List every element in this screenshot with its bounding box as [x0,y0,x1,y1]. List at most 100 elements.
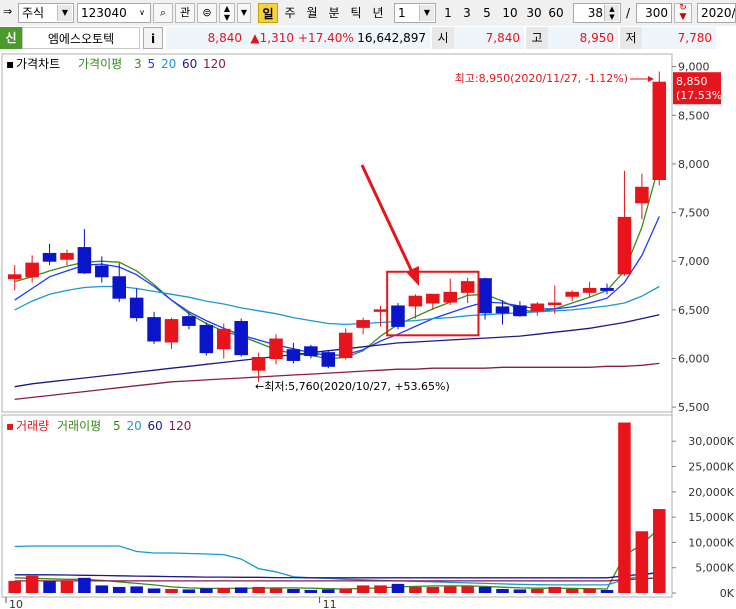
high-label: 고 [526,27,548,49]
quote-bar: 신 엠에스오토텍 i 8,840 ▲1,310 +17.40% 16,642,8… [0,26,736,51]
volume-bar [217,587,231,593]
volume-bar [635,531,649,593]
legend-entry: 가격이평 [78,57,122,71]
volume-bar [112,586,126,593]
visible-count-value: 38 [587,6,603,20]
chevron-down-icon[interactable]: ▼ [57,5,72,21]
reset-button[interactable]: ↻ ▼ [674,3,692,23]
candle-body [321,352,336,367]
up-down-icon: ▲ ▼ [223,4,231,22]
chevron-down-icon: ▼ [240,8,248,17]
period-minute-label: 분 [328,6,340,20]
candle-body [286,349,301,361]
chevron-down-icon[interactable]: ▼ [419,5,434,21]
period-week-button[interactable]: 주 [280,3,300,23]
total-count-input[interactable]: 300 [636,3,672,23]
interval-label: 5 [483,6,491,20]
period-month-button[interactable]: 월 [302,3,322,23]
candle-body [147,317,161,342]
period-year-button[interactable]: 년 [368,3,388,23]
credit-badge: 신 [0,27,22,49]
volume-tick-label: 10,000K [688,536,734,549]
period-day-button[interactable]: 일 [258,3,278,23]
candle-body [269,338,283,359]
volume-bar [339,588,352,593]
x-tick-label: 11 [323,598,337,609]
volume-bar [95,585,109,593]
candle-body [530,303,545,312]
interval-5-button[interactable]: 5 [479,3,495,23]
candle-body [373,309,388,312]
low-price: 7,780 [642,27,716,49]
chevron-down-button[interactable]: ▼ [237,3,251,23]
period-tick-button[interactable]: 틱 [346,3,366,23]
low-label-text: 저 [625,31,637,45]
open-price: 7,840 [454,27,524,49]
legend-entry: 20 [161,57,176,71]
legend-entry: 5 [113,419,121,433]
unit-select-value: 1 [398,6,406,20]
volume-bar [618,422,631,593]
candle-body [635,186,649,204]
last-price-tag-rate: (17.53%) [676,89,727,102]
volume-legend-title: 거래량 [16,419,49,433]
candle-body [338,332,353,359]
candle-body [7,274,22,280]
low-price-value: 7,780 [677,31,712,45]
candle-body [216,328,231,350]
candle-body [513,305,527,317]
interval-label: 60 [548,6,564,20]
volume-bar [234,587,248,593]
current-price: 8,840 [166,27,246,49]
legend-entry: 거래이평 [57,419,101,433]
price-tick-label: 8,000 [678,158,710,171]
interval-30-button[interactable]: 30 [523,3,545,23]
open-label-text: 시 [437,31,449,45]
last-price-tag: 8,850 (17.53%) [673,72,727,105]
candle-body [182,316,196,326]
link-button[interactable]: ⊜ [197,3,217,23]
toolbar: ⇒ 주식 ▼ 123040 ∨ ⌕ 관 ⊜ ▲ ▼ ▼ 일 주 월 분 틱 년 1… [0,0,736,27]
volume-bar [461,586,474,593]
open-label: 시 [432,27,454,49]
candle-body [478,278,492,314]
interval-60-button[interactable]: 60 [545,3,567,23]
candle-body [356,320,370,328]
volume-bar [130,586,143,593]
stock-chart[interactable]: 5,500 6,000 6,500 7,000 7,500 8,000 8,500 9,000… [0,50,736,609]
volume-tick-label: 5,000K [695,562,734,575]
interval-10-button[interactable]: 10 [499,3,521,23]
interval-1-button[interactable]: 1 [440,3,456,23]
date-input[interactable]: 2020/1 [697,3,736,23]
volume-bar [600,589,614,593]
last-price-tag-price: 8,850 [676,75,708,88]
info-button[interactable]: i [143,27,163,49]
panel-toggle-icon[interactable]: ⇒ [3,5,17,19]
volume-bar [426,586,440,593]
period-day-label: 일 [262,7,274,21]
unit-select[interactable]: 1 ▼ [394,3,436,23]
visible-count-input[interactable]: 38 ▲ ▼ [573,3,621,23]
period-year-label: 년 [372,6,384,20]
stepper-button[interactable]: ▲ ▼ [219,3,235,23]
interest-button[interactable]: 관 [175,3,195,23]
total-count-value: 300 [645,6,668,20]
period-month-label: 월 [306,6,318,20]
market-select[interactable]: 주식 ▼ [18,3,74,23]
interval-3-button[interactable]: 3 [459,3,475,23]
legend-entry: 3 [134,57,142,71]
candle-body [565,291,579,297]
interest-button-label: 관 [179,6,191,19]
search-icon: ⌕ [159,6,167,19]
volume-legend-marker: ▪ [6,419,14,433]
stock-code-input[interactable]: 123040 ∨ [77,3,151,23]
search-button[interactable]: ⌕ [153,3,173,23]
stock-name[interactable]: 엠에스오토텍 [22,27,140,49]
volume-bar [322,589,335,593]
period-minute-button[interactable]: 분 [324,3,344,23]
up-down-icon[interactable]: ▲ ▼ [604,5,619,21]
candle-body [652,81,667,180]
volume-tick-label: 30,000K [688,435,734,448]
chevron-down-icon[interactable]: ∨ [135,5,149,21]
volume-bar [147,588,161,593]
